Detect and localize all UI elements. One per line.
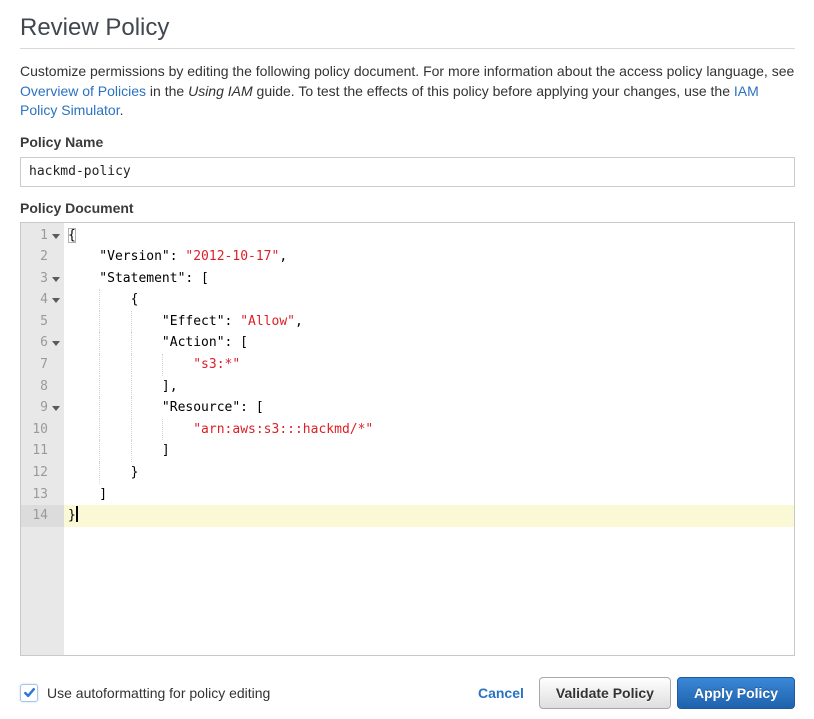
line-number: 3	[40, 271, 48, 286]
code-line[interactable]: }	[64, 462, 794, 484]
code-string-value: "arn:aws:s3:::hackmd/*"	[193, 422, 373, 437]
line-number: 9	[40, 400, 48, 415]
gutter-line-number: 2	[21, 246, 64, 268]
code-text: ]	[68, 443, 170, 458]
code-string-value: "Allow"	[240, 314, 295, 329]
line-number: 1	[40, 228, 48, 243]
line-number: 5	[40, 314, 48, 329]
validate-policy-button[interactable]: Validate Policy	[539, 677, 671, 709]
action-buttons: Cancel Validate Policy Apply Policy	[478, 677, 795, 709]
footer-bar: Use autoformatting for policy editing Ca…	[20, 677, 795, 709]
code-text: "Effect":	[68, 314, 240, 329]
code-text: ,	[295, 314, 303, 329]
line-number: 7	[40, 357, 48, 372]
code-line[interactable]: ],	[64, 376, 794, 398]
autoformat-checkbox-row[interactable]: Use autoformatting for policy editing	[20, 684, 270, 702]
gutter-line-number: 1	[21, 225, 64, 247]
gutter-line-number: 14	[21, 505, 64, 527]
apply-policy-button[interactable]: Apply Policy	[677, 677, 795, 709]
code-text: {	[68, 228, 76, 243]
autoformat-checkbox-label: Use autoformatting for policy editing	[47, 685, 270, 701]
code-line[interactable]: {	[64, 225, 794, 247]
code-line[interactable]: "Resource": [	[64, 397, 794, 419]
text-cursor	[76, 506, 78, 522]
fold-toggle-icon[interactable]	[52, 298, 60, 303]
intro-paragraph: Customize permissions by editing the fol…	[20, 62, 795, 121]
intro-text-4: .	[120, 102, 124, 118]
code-line[interactable]: "arn:aws:s3:::hackmd/*"	[64, 419, 794, 441]
gutter-line-number: 6	[21, 332, 64, 354]
code-string-value: "s3:*"	[193, 357, 240, 372]
line-number: 13	[32, 487, 48, 502]
line-number: 12	[32, 465, 48, 480]
intro-text-2: in the	[146, 83, 188, 99]
editor-code-area[interactable]: { "Version": "2012-10-17", "Statement": …	[64, 223, 794, 655]
title-divider	[20, 48, 795, 49]
code-text: ],	[68, 379, 178, 394]
gutter-line-number: 13	[21, 484, 64, 506]
autoformat-checkbox[interactable]	[20, 684, 38, 702]
gutter-line-number: 3	[21, 268, 64, 290]
code-text: "Action": [	[68, 335, 248, 350]
gutter-line-number: 4	[21, 289, 64, 311]
code-text: "Statement": [	[68, 271, 209, 286]
code-line[interactable]: }	[64, 505, 794, 527]
code-text: {	[68, 292, 138, 307]
code-line[interactable]: "Effect": "Allow",	[64, 311, 794, 333]
line-number: 10	[32, 422, 48, 437]
gutter-line-number: 8	[21, 376, 64, 398]
code-text	[68, 422, 193, 437]
code-line[interactable]: ]	[64, 484, 794, 506]
gutter-line-number: 11	[21, 440, 64, 462]
code-text: "Version":	[68, 249, 185, 264]
gutter-line-number: 10	[21, 419, 64, 441]
line-number: 11	[32, 443, 48, 458]
line-number: 2	[40, 249, 48, 264]
code-text: }	[68, 508, 76, 523]
code-line[interactable]: "Version": "2012-10-17",	[64, 246, 794, 268]
gutter-line-number: 12	[21, 462, 64, 484]
gutter-line-number: 5	[21, 311, 64, 333]
fold-toggle-icon[interactable]	[52, 341, 60, 346]
intro-text-1: Customize permissions by editing the fol…	[20, 63, 794, 79]
code-text: }	[68, 465, 138, 480]
intro-text-3: guide. To test the effects of this polic…	[253, 83, 734, 99]
fold-toggle-icon[interactable]	[52, 234, 60, 239]
editor-gutter: 1234567891011121314	[21, 223, 64, 655]
gutter-line-number: 7	[21, 354, 64, 376]
line-number: 14	[32, 508, 48, 523]
overview-of-policies-link[interactable]: Overview of Policies	[20, 83, 146, 99]
code-string-value: "2012-10-17"	[185, 249, 279, 264]
policy-document-editor[interactable]: 1234567891011121314 { "Version": "2012-1…	[20, 222, 795, 656]
fold-toggle-icon[interactable]	[52, 277, 60, 282]
review-policy-page: Review Policy Customize permissions by e…	[0, 0, 814, 709]
code-text: ,	[279, 249, 287, 264]
page-title: Review Policy	[20, 0, 795, 41]
code-text: "Resource": [	[68, 400, 264, 415]
cancel-link[interactable]: Cancel	[478, 685, 524, 701]
policy-name-label: Policy Name	[20, 134, 795, 151]
line-number: 6	[40, 335, 48, 350]
code-text	[68, 357, 193, 372]
fold-toggle-icon[interactable]	[52, 406, 60, 411]
policy-name-input[interactable]	[20, 157, 795, 187]
code-text: ]	[68, 487, 107, 502]
code-line[interactable]: ]	[64, 440, 794, 462]
gutter-line-number: 9	[21, 397, 64, 419]
checkmark-icon	[23, 686, 36, 699]
line-number: 8	[40, 379, 48, 394]
policy-document-label: Policy Document	[20, 200, 795, 217]
code-line[interactable]: {	[64, 289, 794, 311]
code-line[interactable]: "s3:*"	[64, 354, 794, 376]
using-iam-emphasis: Using IAM	[188, 83, 253, 99]
code-line[interactable]: "Action": [	[64, 332, 794, 354]
line-number: 4	[40, 292, 48, 307]
code-line[interactable]: "Statement": [	[64, 268, 794, 290]
